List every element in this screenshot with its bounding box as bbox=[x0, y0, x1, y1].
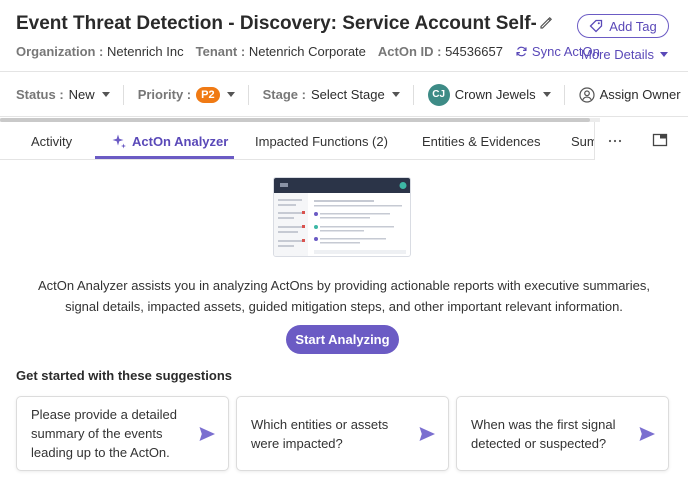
suggestion-card[interactable]: Please provide a detailed summary of the… bbox=[16, 396, 229, 471]
organization-value: Netenrich Inc bbox=[107, 44, 184, 59]
expand-panel-icon[interactable] bbox=[652, 133, 668, 147]
chevron-down-icon bbox=[542, 92, 551, 97]
tab-acton-analyzer-label: ActOn Analyzer bbox=[132, 133, 229, 149]
suggestion-card[interactable]: When was the first signal detected or su… bbox=[456, 396, 669, 471]
chevron-down-icon bbox=[391, 92, 400, 97]
suggestion-text: Which entities or assets were impacted? bbox=[251, 416, 389, 451]
organization-info: Organization : Netenrich Inc bbox=[16, 44, 184, 59]
tab-entities-evidences[interactable]: Entities & Evidences bbox=[422, 122, 541, 160]
tenant-value: Netenrich Corporate bbox=[248, 44, 366, 59]
sparkle-icon bbox=[112, 134, 126, 149]
add-tag-button[interactable]: Add Tag bbox=[577, 14, 669, 38]
priority-badge: P2 bbox=[196, 86, 220, 103]
tab-overflow-area bbox=[594, 122, 688, 160]
tab-bar: Activity ActOn Analyzer Impacted Functio… bbox=[0, 122, 688, 160]
suggestion-card[interactable]: Which entities or assets were impacted? bbox=[236, 396, 449, 471]
acton-id-info: ActOn ID : 54536657 bbox=[378, 44, 503, 59]
sync-icon bbox=[516, 46, 527, 57]
crown-jewels-avatar: CJ bbox=[427, 83, 450, 106]
chevron-down-icon bbox=[659, 52, 668, 57]
send-icon[interactable] bbox=[198, 425, 216, 443]
acton-id-label: ActOn ID : bbox=[377, 44, 442, 59]
assign-owner-label: Assign Owner bbox=[599, 87, 681, 102]
status-label: Status : bbox=[16, 87, 64, 102]
send-icon[interactable] bbox=[638, 425, 656, 443]
suggestion-text: Please provide a detailed summary of the… bbox=[31, 407, 177, 460]
chevron-down-icon bbox=[226, 92, 235, 97]
chevron-down-icon bbox=[101, 92, 110, 97]
page-title: Event Threat Detection - Discovery: Serv… bbox=[16, 13, 536, 34]
start-analyzing-button[interactable]: Start Analyzing bbox=[286, 325, 399, 354]
user-icon bbox=[579, 86, 595, 103]
analyzer-description: ActOn Analyzer assists you in analyzing … bbox=[37, 278, 650, 314]
stage-value: Select Stage bbox=[310, 87, 385, 102]
stage-dropdown[interactable]: Stage : Select Stage bbox=[249, 73, 414, 117]
suggestion-text: When was the first signal detected or su… bbox=[471, 416, 616, 451]
add-tag-label: Add Tag bbox=[609, 18, 657, 34]
crown-jewels-dropdown[interactable]: CJ Crown Jewels bbox=[414, 73, 565, 117]
analyzer-preview-illustration bbox=[273, 177, 411, 257]
pencil-icon[interactable] bbox=[538, 15, 554, 31]
organization-label: Organization : bbox=[16, 44, 104, 59]
priority-dropdown[interactable]: Priority : P2 bbox=[124, 73, 249, 117]
more-details-label: More Details bbox=[581, 47, 654, 62]
more-details-button[interactable]: More Details bbox=[581, 47, 668, 62]
status-dropdown[interactable]: Status : New bbox=[0, 73, 124, 117]
tab-acton-analyzer[interactable]: ActOn Analyzer bbox=[111, 122, 228, 160]
status-value: New bbox=[68, 87, 95, 102]
more-horizontal-icon[interactable] bbox=[607, 134, 623, 148]
send-icon[interactable] bbox=[418, 425, 436, 443]
priority-label: Priority : bbox=[137, 87, 192, 102]
tenant-info: Tenant : Netenrich Corporate bbox=[196, 44, 366, 59]
tag-icon bbox=[589, 19, 603, 33]
suggestions-heading: Get started with these suggestions bbox=[16, 368, 232, 383]
tab-activity[interactable]: Activity bbox=[31, 122, 72, 160]
acton-id-value: 54536657 bbox=[445, 44, 503, 59]
tab-impacted-functions[interactable]: Impacted Functions (2) bbox=[255, 122, 388, 160]
crown-jewels-label: Crown Jewels bbox=[454, 87, 536, 102]
acton-meta: Organization : Netenrich Inc Tenant : Ne… bbox=[16, 44, 600, 59]
filter-bar: Status : New Priority : P2 Stage : Selec… bbox=[0, 73, 688, 117]
stage-label: Stage : bbox=[262, 87, 306, 102]
tenant-label: Tenant : bbox=[195, 44, 246, 59]
assign-owner-dropdown[interactable]: Assign Owner bbox=[565, 73, 688, 117]
active-tab-indicator bbox=[95, 156, 234, 159]
acton-header: Event Threat Detection - Discovery: Serv… bbox=[0, 0, 688, 72]
